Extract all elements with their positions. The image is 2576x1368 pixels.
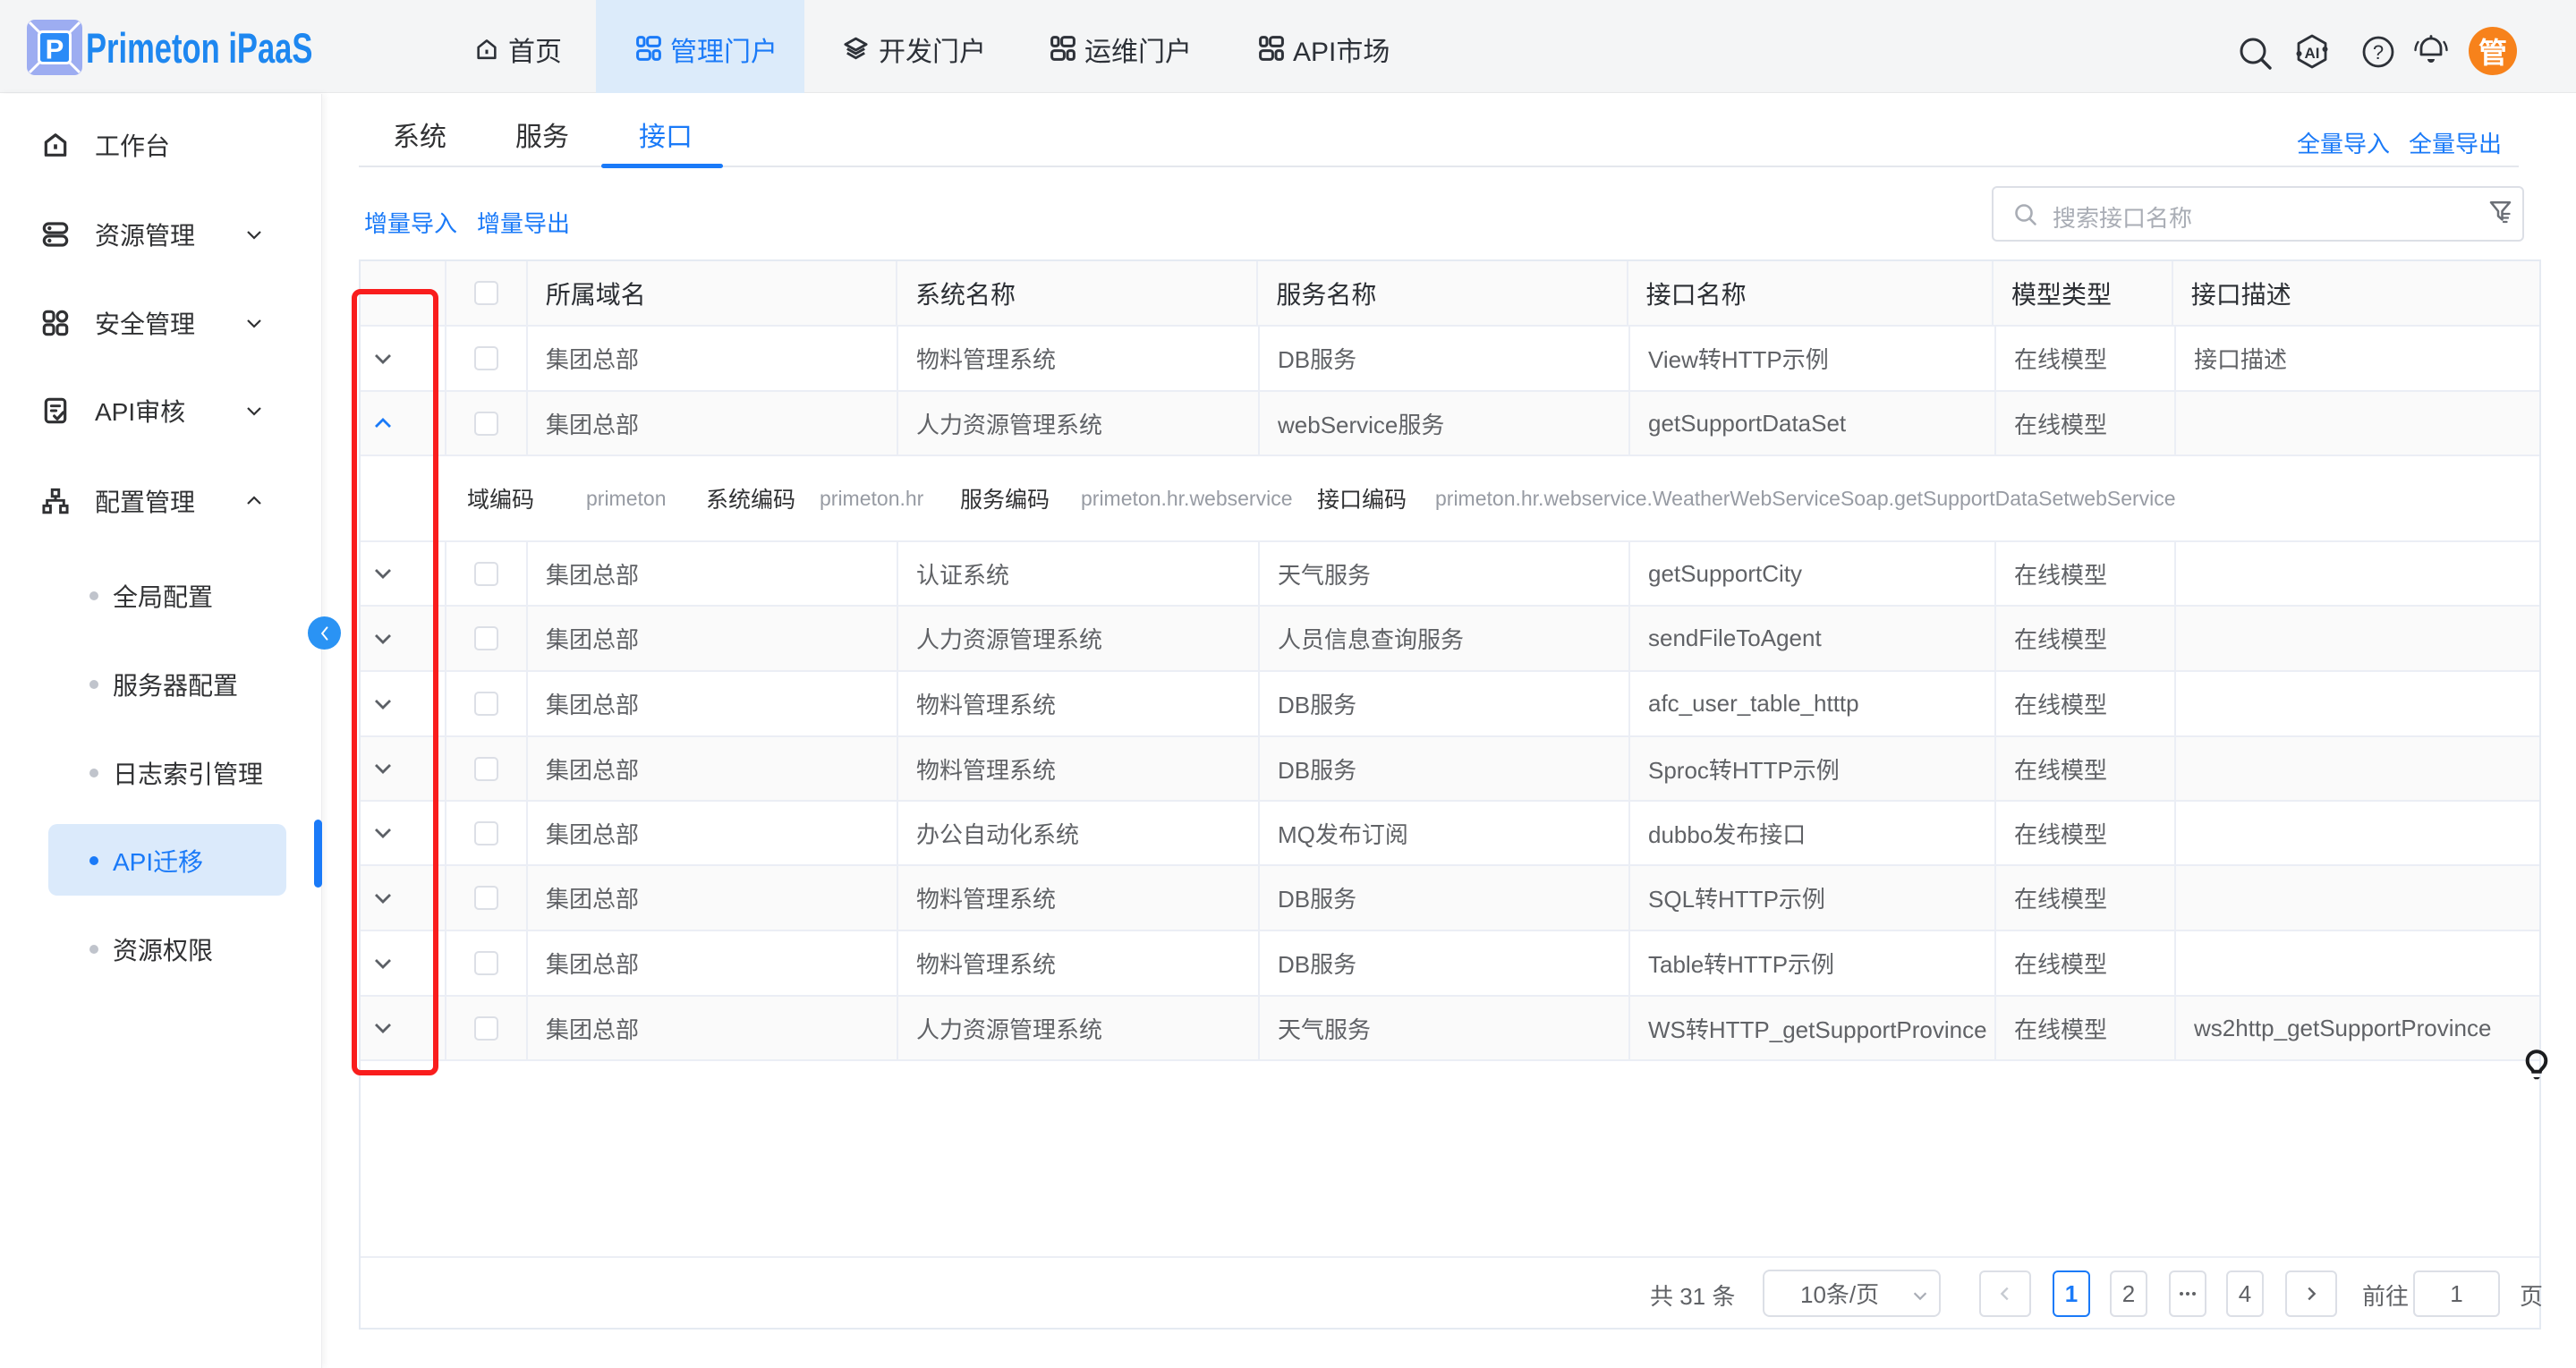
svg-text:AI: AI (2305, 45, 2320, 62)
svg-text:P: P (46, 34, 64, 65)
svg-text:?: ? (2373, 41, 2384, 64)
